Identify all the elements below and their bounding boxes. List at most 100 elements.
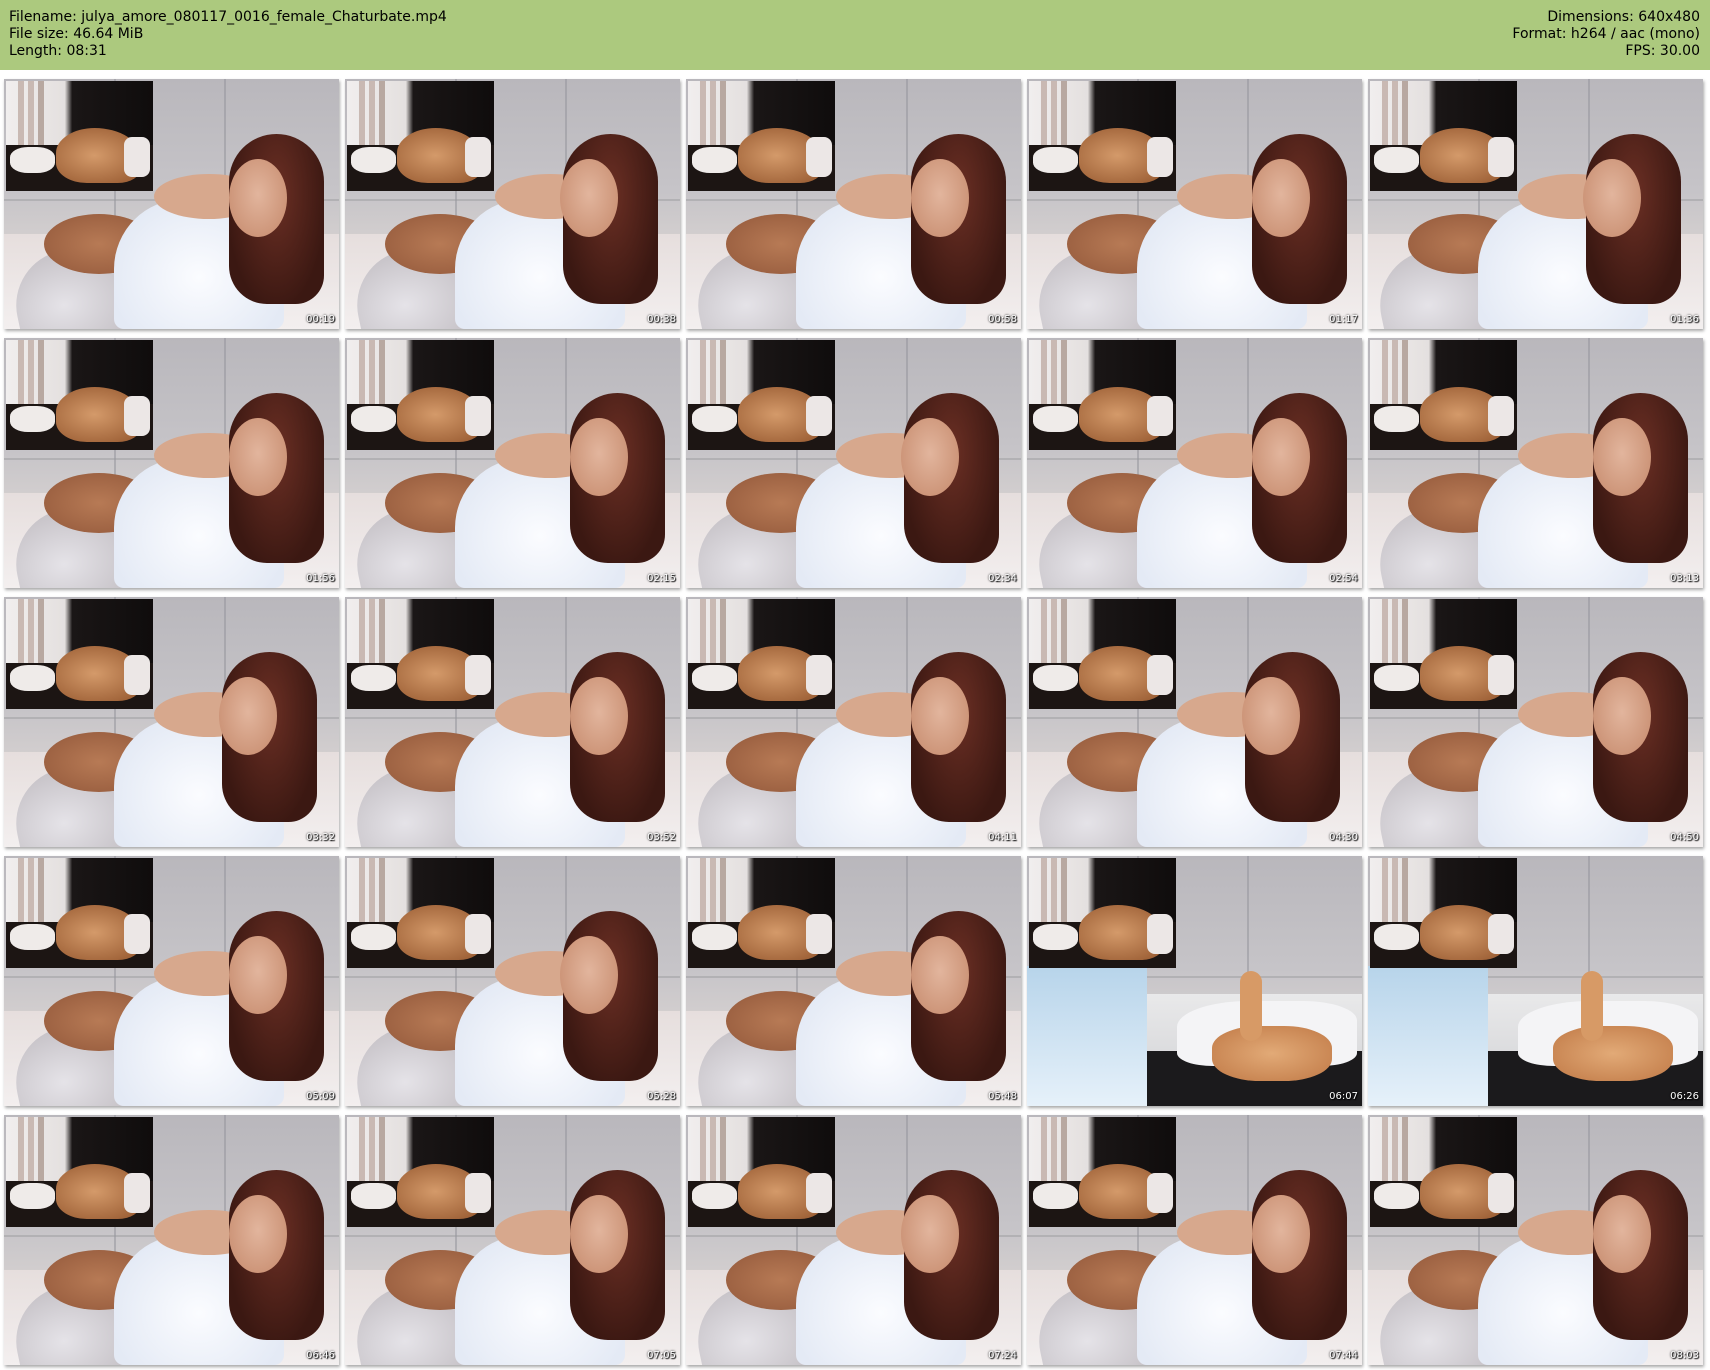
pip-inset-image [688,1117,835,1227]
face [570,677,628,755]
pip-pillow [692,665,737,691]
pip-curtain [1061,340,1067,410]
pip-pillow [10,406,55,432]
pip-curtain [18,340,24,410]
video-thumbnail: 06:07 [1027,856,1362,1106]
pip-curtain [1392,858,1398,928]
pip-curtain [359,81,365,151]
pip-inset-image [1029,340,1176,450]
pip-pillow [1033,406,1078,432]
pip-curtain [720,340,726,410]
pip-curtain [1382,1117,1388,1187]
pip-inset-image [1370,599,1517,709]
face [560,159,618,237]
thumbnail-timestamp: 05:28 [647,1091,676,1102]
pip-curtain [359,858,365,928]
pip-curtain [1402,81,1408,151]
pip-inset-image [1370,340,1517,450]
video-thumbnail: 02:15 [345,338,680,588]
pip-curtain [38,340,44,410]
pip-curtain [18,81,24,151]
thumbnail-timestamp: 02:54 [1329,573,1358,584]
face [901,418,959,496]
pip-curtain [700,340,706,410]
pip-stocking [806,137,832,177]
pip-curtain [700,81,706,151]
pip-curtain [710,81,716,151]
thumbnail-timestamp: 07:44 [1329,1350,1358,1361]
pip-stocking [465,137,491,177]
pip-curtain [38,599,44,669]
face [911,936,969,1014]
pip-stocking [465,1173,491,1213]
pip-pillow [10,924,55,950]
pip-inset-image [688,599,835,709]
pip-inset-image [1029,81,1176,191]
video-thumbnail: 05:09 [4,856,339,1106]
pip-pillow [1033,1183,1078,1209]
pip-curtain [1061,858,1067,928]
pip-pillow [692,1183,737,1209]
thumbnail-timestamp: 02:34 [988,573,1017,584]
video-thumbnail: 07:05 [345,1115,680,1365]
file-info-right: Dimensions: 640x480 Format: h264 / aac (… [1512,9,1700,60]
thumbnail-timestamp: 06:46 [306,1350,335,1361]
pip-inset-image [1029,858,1176,968]
thumbnail-timestamp: 03:52 [647,832,676,843]
pip-curtain [710,340,716,410]
face [1242,677,1300,755]
pip-stocking [806,655,832,695]
video-thumbnail: 04:50 [1368,597,1703,847]
pip-stocking [1147,914,1173,954]
pip-curtain [1061,599,1067,669]
thumbnail-timestamp: 03:32 [306,832,335,843]
thumbnail-timestamp: 04:11 [988,832,1017,843]
video-thumbnail: 03:32 [4,597,339,847]
pip-curtain [369,599,375,669]
pip-stocking [124,137,150,177]
video-thumbnail: 02:34 [686,338,1021,588]
pip-stocking [1488,914,1514,954]
face [1593,1195,1651,1273]
scene-alt-cloth [1368,966,1488,1106]
pip-inset-image [6,599,153,709]
face [901,1195,959,1273]
pip-inset-image [6,340,153,450]
pip-curtain [1392,81,1398,151]
pip-inset-image [6,858,153,968]
face [229,418,287,496]
pip-inset-image [6,81,153,191]
pip-curtain [1041,1117,1047,1187]
pip-curtain [379,340,385,410]
video-thumbnail: 00:19 [4,79,339,329]
pip-curtain [1051,599,1057,669]
video-thumbnail: 08:03 [1368,1115,1703,1365]
pip-curtain [379,599,385,669]
pip-curtain [1041,599,1047,669]
face [570,1195,628,1273]
scene-alt-toy [1212,1026,1332,1081]
filesize-text: File size: 46.64 MiB [9,26,144,42]
pip-pillow [1033,665,1078,691]
format-text: Format: h264 / aac (mono) [1512,26,1700,42]
thumbnail-timestamp: 04:50 [1670,832,1699,843]
thumbnail-timestamp: 00:58 [988,314,1017,325]
pip-curtain [710,599,716,669]
pip-inset-image [347,599,494,709]
face [229,159,287,237]
video-thumbnail: 01:56 [4,338,339,588]
pip-stocking [124,1173,150,1213]
scene-alt-toy-shaft [1581,971,1603,1041]
pip-curtain [379,1117,385,1187]
pip-stocking [1488,655,1514,695]
pip-curtain [38,1117,44,1187]
pip-pillow [692,406,737,432]
pip-curtain [369,340,375,410]
pip-stocking [465,655,491,695]
pip-pillow [1374,406,1419,432]
pip-curtain [1382,858,1388,928]
pip-curtain [359,1117,365,1187]
pip-curtain [1041,858,1047,928]
pip-inset-image [688,340,835,450]
pip-stocking [465,396,491,436]
